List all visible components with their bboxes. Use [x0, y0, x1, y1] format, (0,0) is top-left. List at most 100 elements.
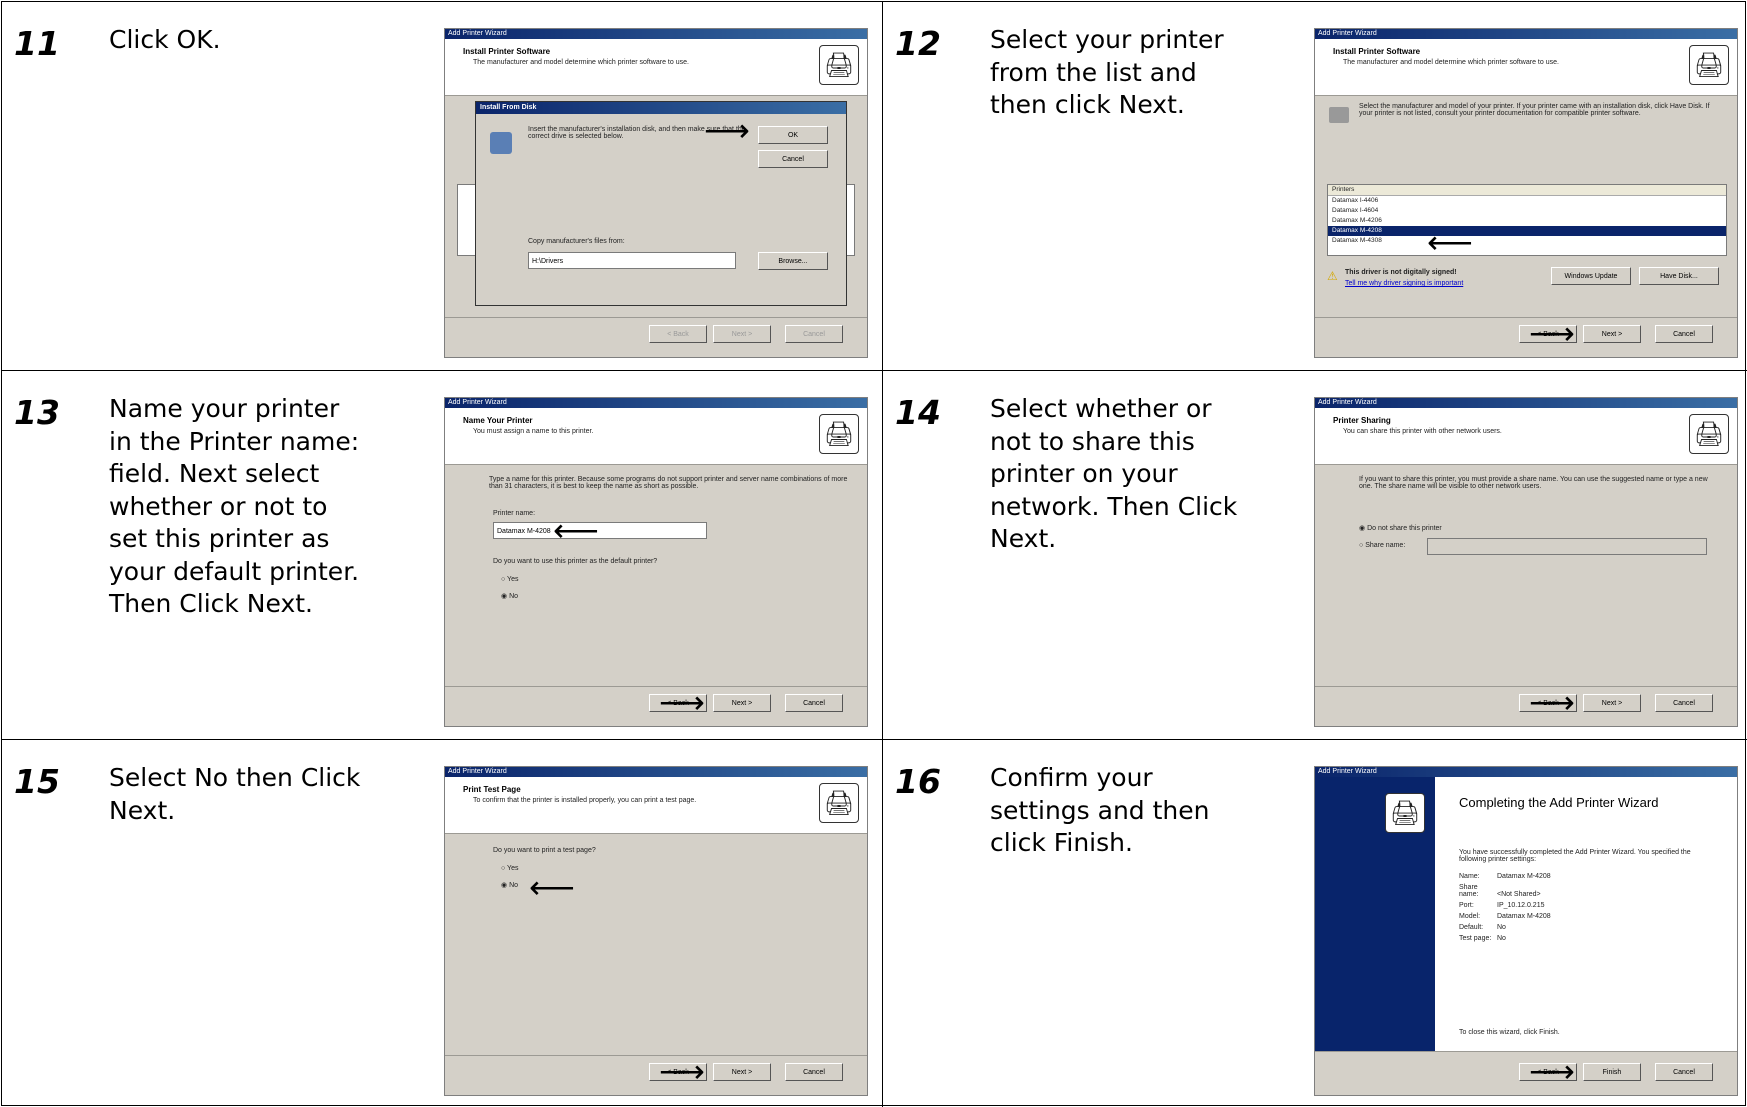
header-title: Install Printer Software	[1333, 47, 1421, 56]
next-button[interactable]: Next >	[1583, 694, 1641, 712]
setting-value: Datamax M-4208	[1497, 873, 1551, 880]
cancel-button[interactable]: Cancel	[785, 694, 843, 712]
step-cell-12: 12 Select your printer from the list and…	[883, 2, 1747, 370]
browse-button[interactable]: Browse...	[758, 252, 828, 270]
path-input[interactable]: H:\Drivers	[528, 252, 736, 269]
instructions: Select the manufacturer and model of you…	[1359, 103, 1710, 117]
wizard-side-panel: 🖨	[1315, 777, 1435, 1095]
step-number: 11	[14, 24, 60, 63]
arrow-pointer-icon: ⟶	[659, 1053, 705, 1089]
list-item[interactable]: Datamax M-4206	[1328, 216, 1726, 226]
next-button[interactable]: Next >	[1583, 325, 1641, 343]
separator	[445, 317, 867, 318]
radio-share-name[interactable]: ○ Share name:	[1359, 542, 1405, 549]
arrow-pointer-icon: ⟶	[1529, 684, 1575, 720]
windows-update-button[interactable]: Windows Update	[1551, 267, 1631, 285]
list-item[interactable]: Datamax I-4406	[1328, 196, 1726, 206]
dialog-title: Install From Disk	[476, 102, 846, 114]
setting-key: Default:	[1459, 924, 1484, 931]
warning-icon: ⚠	[1327, 269, 1338, 283]
list-item[interactable]: Datamax M-4308	[1328, 236, 1726, 242]
next-button[interactable]: Next >	[713, 325, 771, 343]
radio-no-label: No	[509, 593, 519, 600]
step-cell-16: 16 Confirm your settings and then click …	[883, 740, 1747, 1107]
cancel-button[interactable]: Cancel	[1655, 694, 1713, 712]
screenshot-print-test-page: Add Printer Wizard Print Test Page To co…	[444, 766, 868, 1096]
radio-no[interactable]: ◉ No	[501, 881, 518, 889]
radio-yes-label: Yes	[507, 865, 519, 872]
separator	[445, 1055, 867, 1056]
install-from-disk-dialog: Install From Disk Insert the manufacture…	[475, 101, 847, 306]
unsigned-warning: This driver is not digitally signed!	[1345, 269, 1457, 276]
next-button[interactable]: Next >	[713, 694, 771, 712]
printer-list[interactable]: Printers Datamax I-4406 Datamax I-4604 D…	[1327, 184, 1727, 256]
disk-icon	[490, 132, 512, 154]
step-text: Select No then Click Next.	[109, 763, 361, 825]
window-title: Add Printer Wizard	[445, 398, 867, 408]
printer-name-input[interactable]: Datamax M-4208	[493, 522, 707, 539]
window-title: Add Printer Wizard	[445, 767, 867, 777]
setting-key: Share name:	[1459, 884, 1479, 898]
instruction-table: 11 Click OK. Add Printer Wizard Install …	[1, 1, 1747, 1107]
step-text: Click OK.	[109, 25, 221, 54]
setting-row: Name: Datamax M-4208	[1459, 873, 1551, 880]
setting-row: Port: IP_10.12.0.215	[1459, 902, 1551, 909]
header-title: Print Test Page	[463, 785, 521, 794]
wizard-header: Printer Sharing You can share this print…	[1315, 408, 1737, 465]
cancel-button[interactable]: Cancel	[785, 1063, 843, 1081]
separator	[1315, 317, 1737, 318]
radio-no-label: No	[509, 882, 519, 889]
header-subtitle: You can share this printer with other ne…	[1343, 428, 1502, 435]
step-text: Select your printer from the list and th…	[990, 25, 1224, 119]
wizard-header: Name Your Printer You must assign a name…	[445, 408, 867, 465]
setting-row: Default: No	[1459, 924, 1551, 931]
wizard-header: Print Test Page To confirm that the prin…	[445, 777, 867, 834]
step-number: 12	[895, 24, 941, 63]
next-button[interactable]: Next >	[713, 1063, 771, 1081]
completion-heading: Completing the Add Printer Wizard	[1459, 795, 1659, 810]
header-subtitle: To confirm that the printer is installed…	[473, 797, 697, 804]
printer-wizard-icon: 🖨	[1689, 414, 1729, 454]
radio-yes[interactable]: ○ Yes	[501, 865, 518, 872]
radio-yes[interactable]: ○ Yes	[501, 576, 518, 583]
setting-value: No	[1497, 935, 1506, 942]
default-question: Do you want to use this printer as the d…	[493, 558, 658, 565]
arrow-pointer-icon: ⟵	[1427, 224, 1473, 260]
back-button[interactable]: < Back	[649, 325, 707, 343]
settings-list: Name: Datamax M-4208 Share name: <Not Shar…	[1459, 873, 1551, 942]
step-number: 13	[14, 393, 60, 432]
step-cell-13: 13 Name your printer in the Printer name…	[2, 371, 882, 739]
radio-no[interactable]: ◉ No	[501, 592, 518, 600]
printer-icon	[1329, 107, 1349, 123]
window-title: Add Printer Wizard	[1315, 767, 1737, 777]
driver-signing-link[interactable]: Tell me why driver signing is important	[1345, 280, 1463, 287]
finish-button[interactable]: Finish	[1583, 1063, 1641, 1081]
share-name-input[interactable]	[1427, 538, 1707, 555]
step-number: 16	[895, 762, 941, 801]
step-cell-14: 14 Select whether or not to share this p…	[883, 371, 1747, 739]
cancel-button[interactable]: Cancel	[1655, 325, 1713, 343]
screenshot-install-from-disk: Add Printer Wizard Install Printer Softw…	[444, 28, 868, 358]
window-title: Add Printer Wizard	[1315, 398, 1737, 408]
setting-key: Model:	[1459, 913, 1481, 920]
have-disk-button[interactable]: Have Disk...	[1639, 267, 1719, 285]
dialog-cancel-button[interactable]: Cancel	[758, 150, 828, 168]
step-cell-11: 11 Click OK. Add Printer Wizard Install …	[2, 2, 882, 370]
printer-name-label: Printer name:	[493, 510, 536, 517]
setting-value: No	[1497, 924, 1506, 931]
arrow-pointer-icon: ⟵	[529, 869, 575, 905]
list-item-selected[interactable]: Datamax M-4208	[1328, 226, 1726, 236]
radio-do-not-share[interactable]: ◉ Do not share this printer	[1359, 524, 1442, 532]
screenshot-completing-wizard: Add Printer Wizard 🖨 Completing the Add …	[1314, 766, 1738, 1096]
radio-do-not-share-label: Do not share this printer	[1367, 525, 1442, 532]
setting-value: IP_10.12.0.215	[1497, 902, 1545, 909]
cancel-button[interactable]: Cancel	[785, 325, 843, 343]
header-title: Name Your Printer	[463, 416, 533, 425]
list-item[interactable]: Datamax I-4604	[1328, 206, 1726, 216]
step-text: Select whether or not to share this prin…	[990, 394, 1238, 553]
header-title: Install Printer Software	[463, 47, 551, 56]
step-cell-15: 15 Select No then Click Next. Add Printe…	[2, 740, 882, 1107]
step-text: Name your printer in the Printer name: f…	[109, 394, 360, 618]
cancel-button[interactable]: Cancel	[1655, 1063, 1713, 1081]
ok-button[interactable]: OK	[758, 126, 828, 144]
